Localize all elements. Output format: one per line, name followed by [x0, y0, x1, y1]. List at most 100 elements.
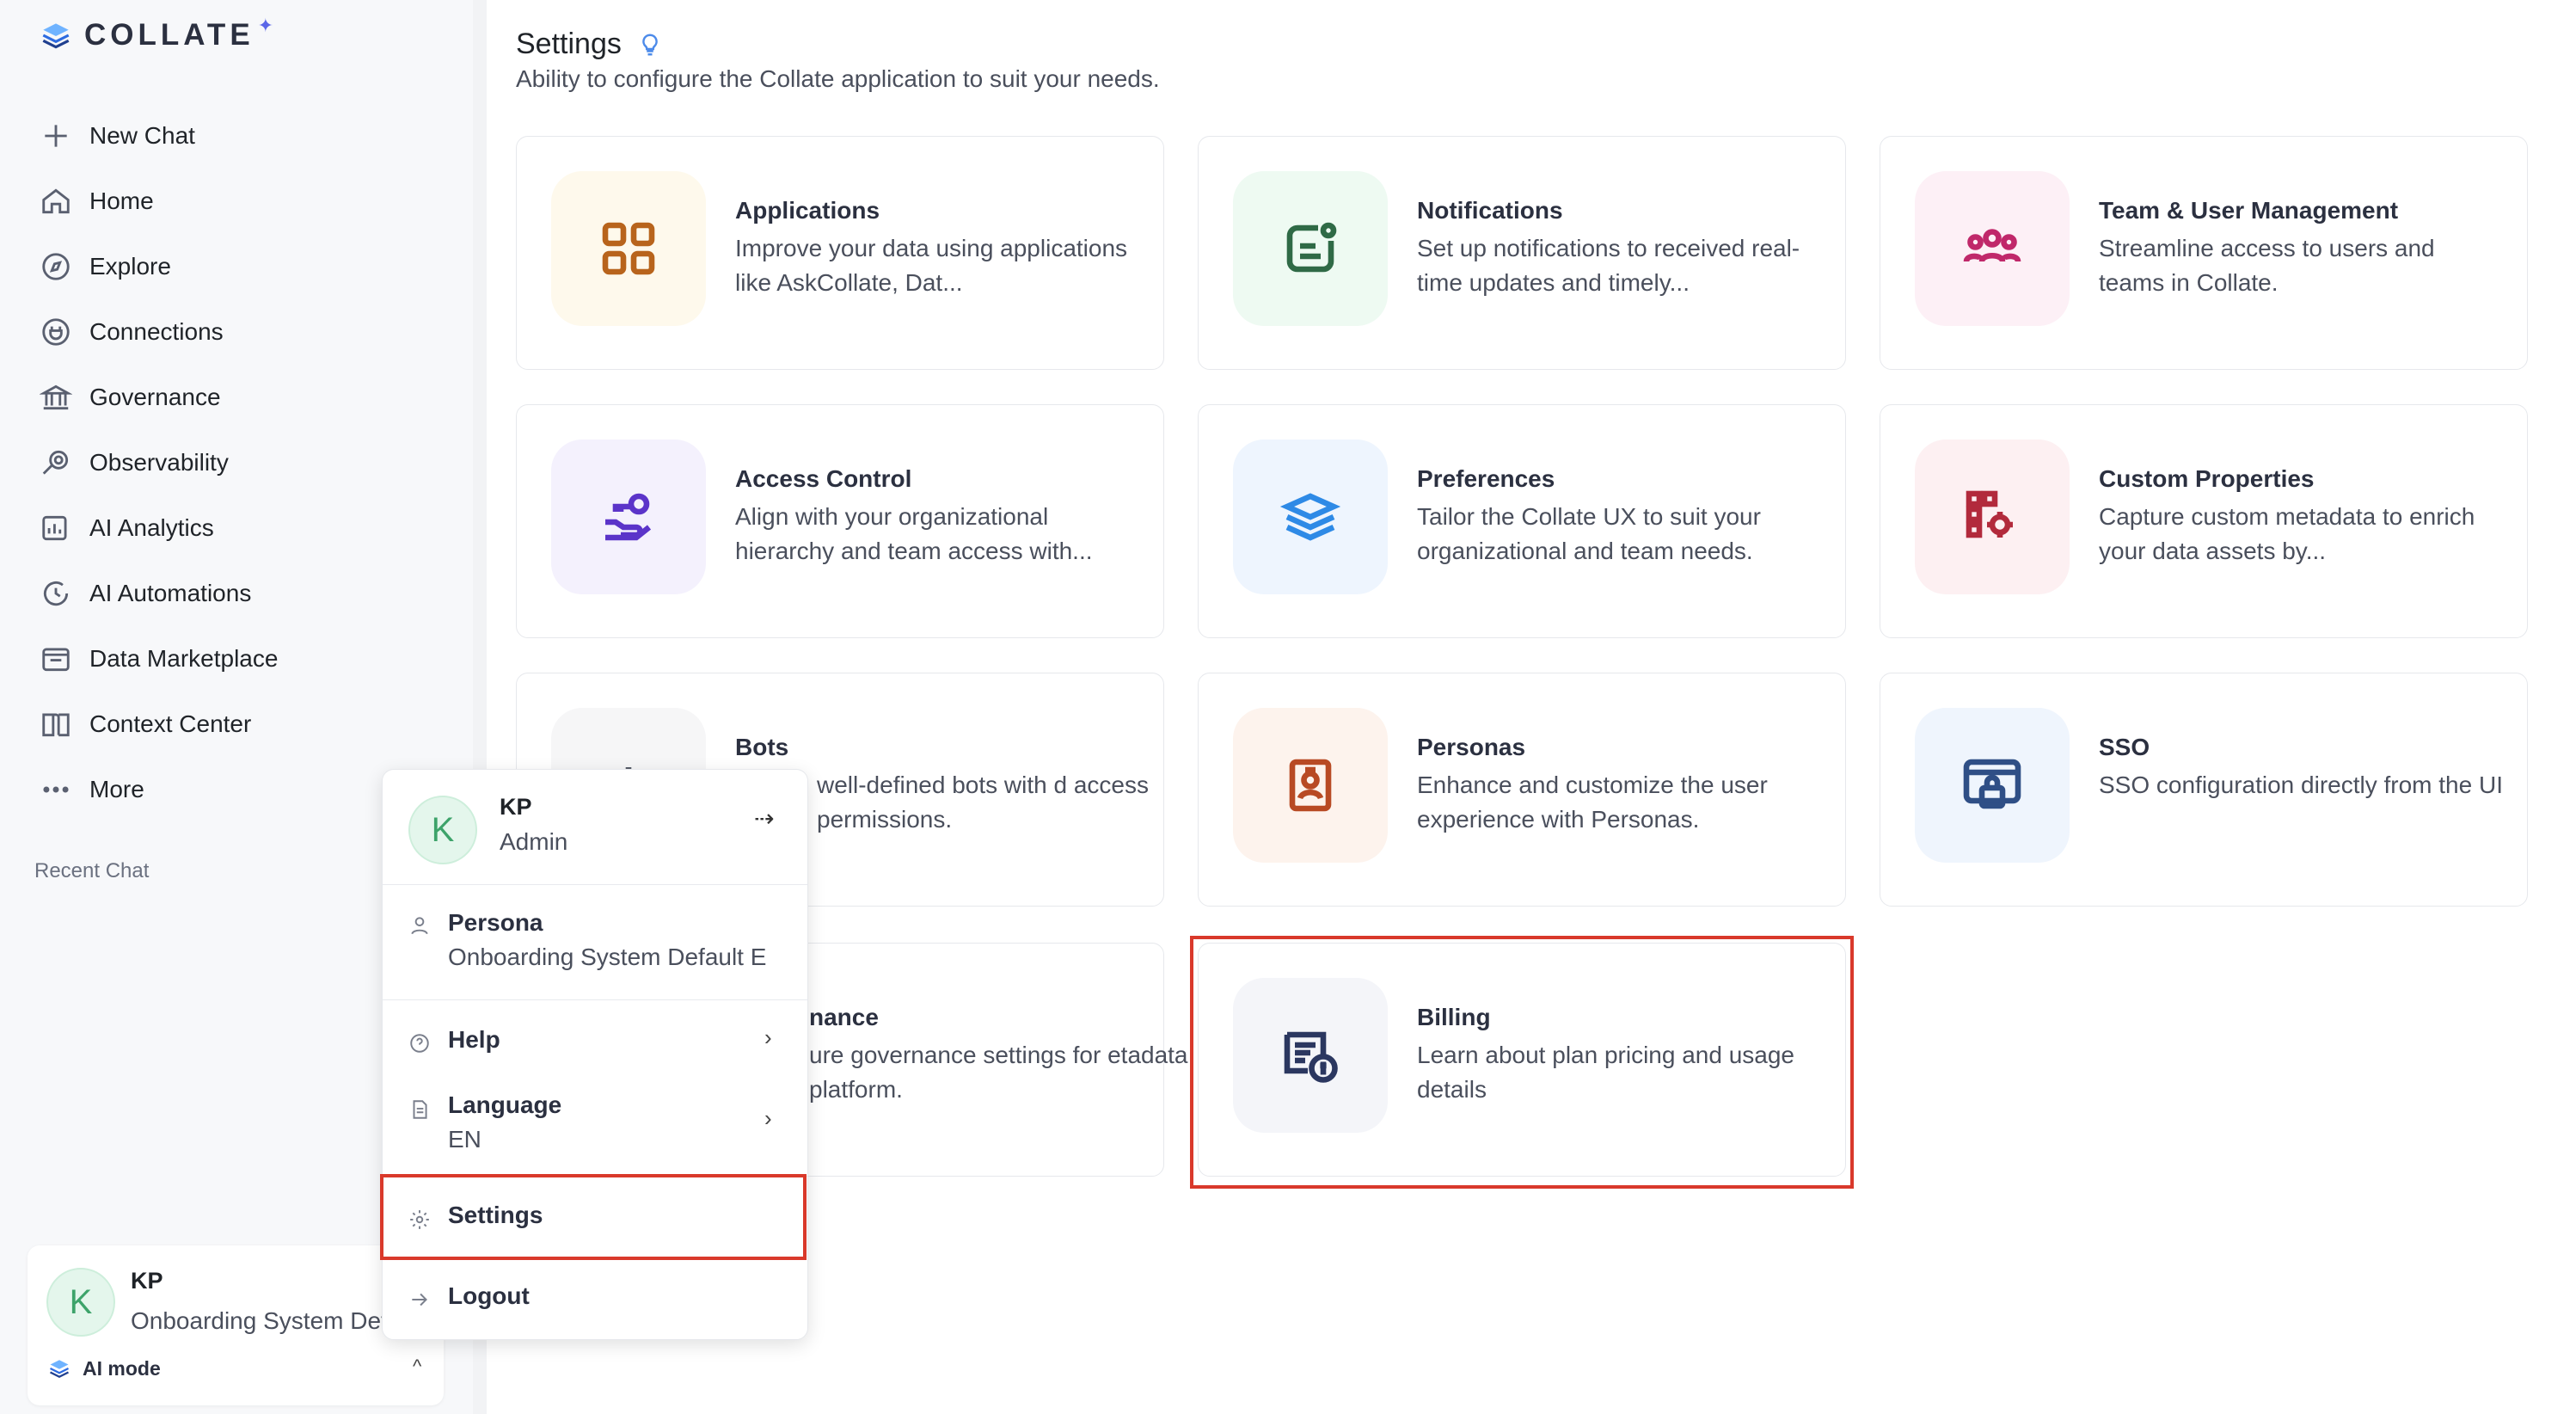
card-icon-tile — [1915, 708, 2070, 863]
nav-label: AI Automations — [89, 580, 252, 606]
nav-connections[interactable]: Connections — [40, 299, 278, 365]
card-description: ure governance settings for etadata plat… — [809, 1042, 1188, 1103]
chart-icon — [42, 515, 67, 541]
card-description: Enhance and customize the user experienc… — [1417, 772, 1768, 833]
nav-home[interactable]: Home — [40, 169, 278, 234]
nav-label: More — [89, 776, 144, 802]
settings-card-team-user-management[interactable]: Team & User Management Streamline access… — [1880, 136, 2528, 370]
nav-label: AI Analytics — [89, 514, 214, 541]
card-title: Access Control — [735, 465, 912, 492]
card-icon-tile — [1233, 708, 1388, 863]
card-title: Preferences — [1417, 465, 1555, 492]
ai-mode-icon — [49, 1360, 70, 1379]
layers-icon — [1279, 493, 1341, 541]
nav-context-center[interactable]: Context Center — [40, 692, 278, 757]
persona-label: Persona — [448, 909, 543, 936]
card-title: Personas — [1417, 734, 1526, 760]
card-description: Learn about plan pricing and usage detai… — [1417, 1042, 1795, 1103]
nav-ai-analytics[interactable]: AI Analytics — [40, 495, 278, 561]
card-description: Capture custom metadata to enrich your d… — [2099, 503, 2475, 564]
nav-new-chat[interactable]: New Chat — [40, 103, 278, 169]
card-icon-tile — [551, 440, 706, 594]
plug-icon — [42, 318, 70, 346]
card-description: Improve your data using applications lik… — [735, 235, 1128, 296]
card-description: Align with your organizational hierarchy… — [735, 503, 1093, 564]
persona-value: Onboarding System Default E — [448, 944, 767, 970]
settings-card-sso[interactable]: SSO SSO configuration directly from the … — [1880, 673, 2528, 907]
lightbulb-icon[interactable] — [637, 32, 663, 58]
collate-logo-icon — [42, 23, 70, 49]
sparkle-icon: ✦ — [257, 15, 274, 36]
card-title: Notifications — [1417, 197, 1563, 224]
card-title: Billing — [1417, 1004, 1491, 1030]
users-icon — [1963, 229, 2021, 263]
page-description: Ability to configure the Collate applica… — [516, 65, 1160, 92]
divider — [383, 1176, 807, 1177]
nav-governance[interactable]: Governance — [40, 365, 278, 430]
nav-label: Explore — [89, 253, 171, 280]
settings-card-billing[interactable]: Billing Learn about plan pricing and usa… — [1198, 943, 1846, 1177]
billing-icon — [1284, 1031, 1338, 1083]
page-title: Settings — [516, 28, 663, 61]
card-icon-tile — [551, 171, 706, 326]
card-icon-tile — [1233, 171, 1388, 326]
automation-icon — [43, 581, 69, 606]
page-title-text: Settings — [516, 28, 622, 60]
nav-ai-automations[interactable]: AI Automations — [40, 561, 278, 626]
settings-card-custom-properties[interactable]: Custom Properties Capture custom metadat… — [1880, 404, 2528, 638]
logout-label: Logout — [448, 1282, 530, 1309]
popup-persona[interactable]: Persona Onboarding System Default E — [383, 885, 807, 1000]
ai-mode-toggle[interactable]: AI mode — [46, 1356, 161, 1381]
nav-more[interactable]: More — [40, 757, 278, 822]
help-icon — [410, 1034, 429, 1053]
bank-icon — [40, 384, 72, 410]
store-icon — [42, 648, 70, 672]
plus-icon — [45, 125, 67, 147]
settings-card-applications[interactable]: Applications Improve your data using app… — [516, 136, 1164, 370]
settings-card-access-control[interactable]: Access Control Align with your organizat… — [516, 404, 1164, 638]
card-title: Applications — [735, 197, 880, 224]
card-title: SSO — [2099, 734, 2150, 760]
help-label: Help — [448, 1026, 500, 1053]
nav-data-marketplace[interactable]: Data Marketplace — [40, 626, 278, 692]
settings-card-preferences[interactable]: Preferences Tailor the Collate UX to sui… — [1198, 404, 1846, 638]
card-description: SSO configuration directly from the UI — [2099, 772, 2503, 798]
popup-user-name: KP — [500, 794, 532, 820]
card-icon-tile — [1233, 978, 1388, 1133]
settings-label: Settings — [448, 1202, 543, 1228]
home-icon — [42, 188, 70, 214]
popup-profile[interactable]: K KP Admin ⇢ — [383, 770, 807, 885]
chevron-right-icon: › — [764, 1105, 772, 1131]
avatar: K — [408, 796, 477, 864]
user-name: KP — [131, 1268, 163, 1294]
user-icon — [411, 917, 428, 935]
card-title: Team & User Management — [2099, 197, 2399, 224]
card-title: nance — [809, 1004, 879, 1030]
main-nav: New Chat Home Explore Connections Govern… — [40, 103, 278, 822]
avatar[interactable]: K — [46, 1268, 115, 1337]
card-icon-tile — [1915, 171, 2070, 326]
collate-logo[interactable]: COLLATE ✦ — [38, 15, 274, 53]
brand-name: COLLATE — [84, 18, 255, 52]
nav-explore[interactable]: Explore — [40, 234, 278, 299]
card-description: Tailor the Collate UX to suit your organ… — [1417, 503, 1761, 564]
settings-card-personas[interactable]: Personas Enhance and customize the user … — [1198, 673, 1846, 907]
sso-lock-icon — [1963, 759, 2021, 809]
nav-label: Connections — [89, 318, 224, 345]
more-icon — [43, 786, 69, 793]
grid-icon — [602, 222, 655, 275]
recent-chat-heading: Recent Chat — [34, 859, 150, 882]
nav-label: Governance — [89, 384, 221, 410]
persona-icon — [1289, 759, 1332, 812]
popup-user-role: Admin — [500, 828, 568, 855]
settings-card-notifications[interactable]: Notifications Set up notifications to re… — [1198, 136, 1846, 370]
book-icon — [42, 713, 70, 737]
arrow-right-icon[interactable]: ⇢ — [754, 804, 774, 833]
gear-icon — [410, 1210, 429, 1229]
chevron-up-icon[interactable]: ^ — [413, 1356, 421, 1378]
custom-properties-icon — [1966, 490, 2013, 538]
user-menu-popup: K KP Admin ⇢ Persona Onboarding System D… — [382, 769, 808, 1340]
nav-observability[interactable]: Observability — [40, 430, 278, 495]
nav-label: Observability — [89, 449, 229, 476]
document-icon — [413, 1100, 427, 1119]
